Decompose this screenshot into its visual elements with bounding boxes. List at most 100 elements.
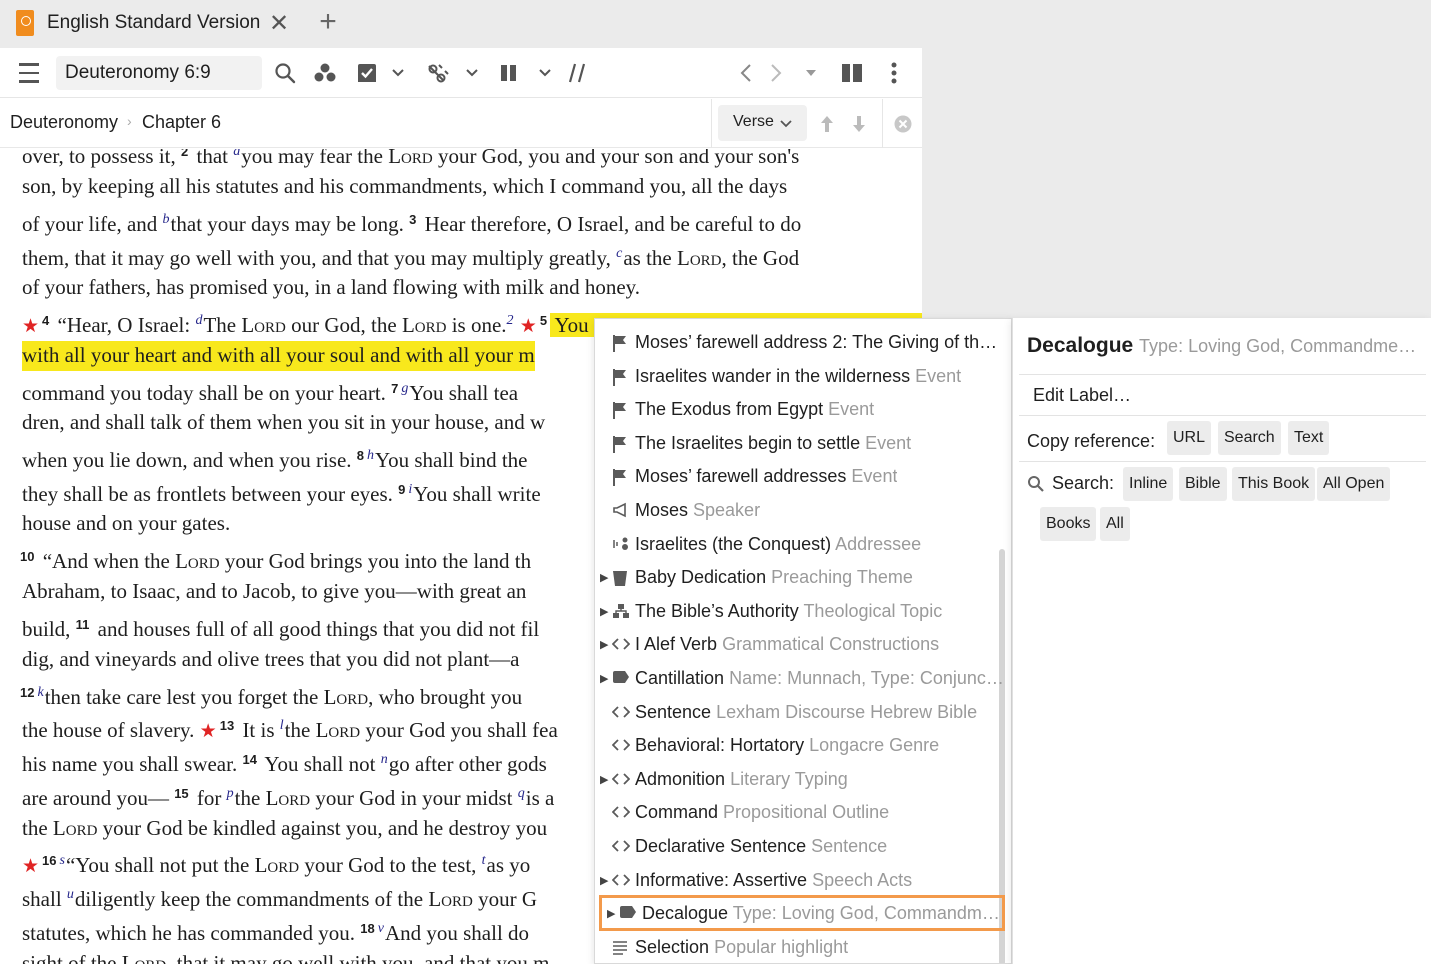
menu-item[interactable]: ▶ I Alef Verb Grammatical Constructions <box>595 629 1001 662</box>
edit-label-button[interactable]: Edit Label… <box>1033 385 1131 406</box>
text-line: command you today shall be on your heart… <box>22 381 519 405</box>
parallel-icon[interactable] <box>498 56 520 90</box>
expand-arrow-icon[interactable]: ▶ <box>600 638 608 651</box>
breadcrumb-book[interactable]: Deuteronomy <box>10 112 118 133</box>
menu-item[interactable]: Command Propositional Outline <box>595 797 1001 830</box>
add-tab-button[interactable]: + <box>315 5 341 39</box>
text-line: 10 “And when the Lord your God brings yo… <box>20 549 532 573</box>
text-line: house and on your gates. <box>22 511 231 535</box>
star-icon[interactable]: ★ <box>22 856 39 877</box>
menu-item[interactable]: ▶ Informative: Assertive Speech Acts <box>595 865 1001 898</box>
menu-item-label: I Alef Verb Grammatical Constructions <box>635 634 940 655</box>
copy-reference-label: Copy reference: <box>1027 431 1156 451</box>
menu-item-label: Moses Speaker <box>635 500 761 520</box>
text-line: of your life, and bthat your days may be… <box>22 212 802 236</box>
menu-item-label: Israelites wander in the wilderness Even… <box>635 365 962 386</box>
breadcrumb: Deuteronomy › Chapter 6 Verse <box>0 99 922 148</box>
menu-item[interactable]: Declarative Sentence Sentence <box>595 831 1001 864</box>
clear-icon[interactable] <box>892 107 914 141</box>
back-icon[interactable] <box>736 56 756 90</box>
label-icon <box>619 905 637 923</box>
forward-icon[interactable] <box>766 56 786 90</box>
divider <box>1019 415 1426 416</box>
expand-arrow-icon[interactable]: ▶ <box>600 605 608 618</box>
unlink-icon[interactable] <box>424 56 452 90</box>
menu-item[interactable]: The Israelites begin to settle Event <box>595 428 1001 461</box>
menu-item-label: Selection Popular highlight <box>635 936 849 957</box>
menu-item[interactable]: Sentence Lexham Discourse Hebrew Bible <box>595 697 1001 730</box>
panel-toolbar: Deuteronomy 6:9 <box>0 48 922 98</box>
text-line: dig, and vineyards and olive trees that … <box>22 647 520 671</box>
hamburger-menu-icon[interactable] <box>16 56 42 90</box>
code-icon <box>611 704 631 722</box>
app-window: { "tab": { "title": "English Standard Ve… <box>0 0 1431 964</box>
copy-text-button[interactable]: Text <box>1288 421 1330 455</box>
menu-item[interactable]: Moses Speaker <box>595 495 1001 528</box>
text-line: of your fathers, has promised you, in a … <box>22 275 641 299</box>
text-line: are around you— 15 for pthe Lord your Go… <box>22 786 555 810</box>
copy-url-button[interactable]: URL <box>1167 421 1212 455</box>
menu-item[interactable]: Selection Popular highlight <box>595 932 1001 963</box>
tab-english-standard-version[interactable]: English Standard Version ✕ <box>0 0 300 48</box>
search-all-button[interactable]: All <box>1100 507 1130 541</box>
interlinear-icon[interactable] <box>566 56 588 90</box>
chevron-down-icon[interactable] <box>388 56 408 90</box>
search-inline-button[interactable]: Inline <box>1123 467 1174 501</box>
close-icon[interactable]: ✕ <box>268 9 290 38</box>
expand-arrow-icon[interactable]: ▶ <box>600 672 608 685</box>
search-all-open-button[interactable]: All Open <box>1317 467 1391 501</box>
text-line: shall udiligently keep the commandments … <box>22 887 538 911</box>
search-icon[interactable] <box>272 56 298 90</box>
verse-dropdown-label: Verse <box>733 113 774 130</box>
menu-item-label: Sentence Lexham Discourse Hebrew Bible <box>635 701 978 722</box>
chevron-down-icon[interactable] <box>462 56 482 90</box>
more-vertical-icon[interactable] <box>884 56 904 90</box>
menu-item[interactable]: ▶ Baby Dedication Preaching Theme <box>595 562 1001 595</box>
menu-item-label: The Israelites begin to settle Event <box>635 432 912 453</box>
submenu-title: Decalogue Type: Loving God, Commandme… <box>1027 334 1417 357</box>
copy-search-button[interactable]: Search <box>1218 421 1281 455</box>
verse-dropdown[interactable]: Verse <box>718 105 807 141</box>
menu-item[interactable]: Behavioral: Hortatory Longacre Genre <box>595 730 1001 763</box>
menu-item[interactable]: The Exodus from Egypt Event <box>595 394 1001 427</box>
text-line: son, by keeping all his statutes and his… <box>22 174 788 198</box>
visual-filter-icon[interactable] <box>354 56 380 90</box>
menu-item[interactable]: ▶ Admonition Literary Typing <box>595 764 1001 797</box>
search-label: Search: <box>1052 473 1115 493</box>
code-icon <box>611 872 631 890</box>
text-line: the Lord your God be kindled against you… <box>22 816 548 840</box>
expand-arrow-icon[interactable]: ▶ <box>600 874 608 887</box>
search-books-button[interactable]: Books <box>1040 507 1097 541</box>
previous-verse-icon[interactable] <box>816 107 838 141</box>
menu-item[interactable]: Moses’ farewell addresses Event <box>595 461 1001 494</box>
people-icon[interactable] <box>312 56 338 90</box>
star-icon[interactable]: ★ <box>22 316 39 337</box>
star-icon[interactable]: ★ <box>200 721 217 742</box>
menu-item[interactable]: Israelites (the Conquest) Addressee <box>595 529 1001 562</box>
search-bible-button[interactable]: Bible <box>1179 467 1227 501</box>
megaphone-icon <box>612 502 630 520</box>
text-line: with all your heart and with all your so… <box>22 341 535 371</box>
breadcrumb-separator: › <box>127 113 132 129</box>
star-icon[interactable]: ★ <box>520 316 537 337</box>
breadcrumb-chapter[interactable]: Chapter 6 <box>142 112 221 133</box>
expand-arrow-icon[interactable]: ▶ <box>600 571 608 584</box>
menu-item[interactable]: ▶ Decalogue Type: Loving God, Commandm… <box>599 895 1005 932</box>
next-verse-icon[interactable] <box>848 107 870 141</box>
flag-icon <box>612 435 630 453</box>
reference-text: Deuteronomy 6:9 <box>65 62 211 83</box>
menu-item-label: Baby Dedication Preaching Theme <box>635 567 913 588</box>
reference-input[interactable]: Deuteronomy 6:9 <box>56 56 262 90</box>
menu-item[interactable]: ▶ Cantillation Name: Munnach, Type: Conju… <box>595 663 1004 696</box>
expand-arrow-icon[interactable]: ▶ <box>600 773 608 786</box>
chevron-down-icon[interactable] <box>535 56 555 90</box>
layout-icon[interactable] <box>840 56 864 90</box>
menu-item[interactable]: Moses’ farewell address 2: The Giving of… <box>595 327 1007 360</box>
tab-title: English Standard Version <box>47 12 261 33</box>
expand-arrow-icon[interactable]: ▶ <box>607 907 615 920</box>
divider <box>1019 461 1426 462</box>
menu-item[interactable]: ▶ The Bible’s Authority Theological Topic <box>595 596 1001 629</box>
search-this-book-button[interactable]: This Book <box>1232 467 1316 501</box>
history-dropdown-icon[interactable] <box>802 56 820 90</box>
menu-item[interactable]: Israelites wander in the wilderness Even… <box>595 361 1001 394</box>
